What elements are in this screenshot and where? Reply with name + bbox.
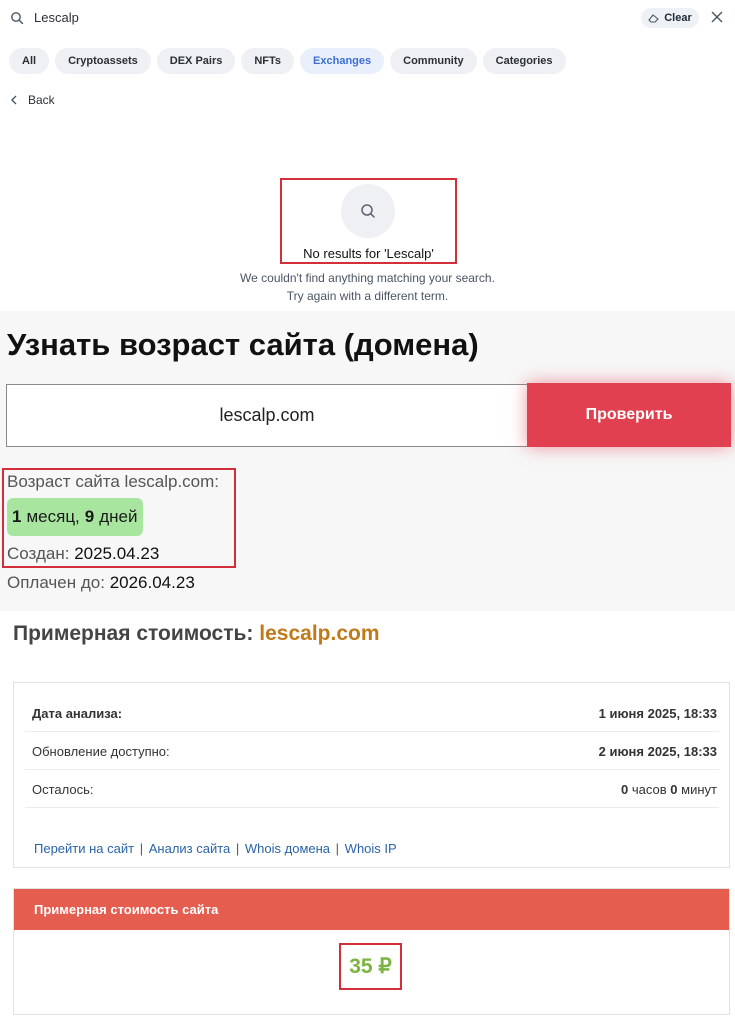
link-separator: | (235, 841, 240, 856)
no-results-title: No results for 'Lescalp' (303, 246, 434, 261)
search-icon (11, 12, 24, 25)
chevron-left-icon (11, 95, 17, 105)
valuation-heading: Примерная стоимость: lescalp.com (13, 622, 380, 646)
tab-community[interactable]: Community (390, 48, 477, 74)
site-links: Перейти на сайт | Анализ сайта | Whois д… (34, 841, 397, 856)
no-results-line1: We couldn't find anything matching your … (240, 271, 495, 285)
valuation-heading-prefix: Примерная стоимость: (13, 622, 254, 645)
created-label: Создан: (7, 544, 70, 563)
age-label: Возраст сайта lescalp.com: (7, 472, 220, 491)
remaining-value: 0 часов 0 минут (621, 782, 717, 797)
tab-nfts[interactable]: NFTs (241, 48, 295, 74)
analysis-info-table: Дата анализа: 1 июня 2025, 18:33 Обновле… (13, 682, 730, 868)
link-site-analysis[interactable]: Анализ сайта (149, 841, 231, 856)
remaining-hours-unit: часов (631, 782, 667, 797)
tab-dex-pairs[interactable]: DEX Pairs (156, 48, 236, 74)
paid-value: 2026.04.23 (109, 573, 195, 592)
link-whois-domain[interactable]: Whois домена (245, 841, 330, 856)
back-label: Back (28, 93, 55, 107)
created-value: 2025.04.23 (74, 544, 160, 563)
search-bar: Lescalp Clear (0, 0, 735, 36)
table-row: Осталось: 0 часов 0 минут (25, 770, 719, 808)
paid-label: Оплачен до: (7, 573, 105, 592)
page-title: Узнать возраст сайта (домена) (7, 327, 479, 362)
remaining-minutes-unit: минут (681, 782, 717, 797)
tab-categories[interactable]: Categories (482, 48, 566, 74)
link-visit-site[interactable]: Перейти на сайт (34, 841, 134, 856)
tab-cryptoassets[interactable]: Cryptoassets (55, 48, 151, 74)
analysis-date-label: Дата анализа: (32, 706, 123, 721)
link-whois-ip[interactable]: Whois IP (345, 841, 397, 856)
tab-exchanges[interactable]: Exchanges (300, 48, 385, 74)
back-link[interactable]: Back (10, 93, 55, 107)
search-input[interactable]: Lescalp (34, 10, 79, 25)
link-separator: | (335, 841, 340, 856)
table-row: Дата анализа: 1 июня 2025, 18:33 (25, 694, 719, 732)
age-months-unit: месяц, (26, 507, 80, 526)
remaining-minutes: 0 (670, 782, 678, 797)
estimate-card: Примерная стоимость сайта 35 ₽ (13, 888, 730, 1015)
check-button[interactable]: Проверить (527, 383, 731, 447)
table-row: Обновление доступно: 2 июня 2025, 18:33 (25, 732, 719, 770)
tab-all[interactable]: All (9, 48, 50, 74)
remaining-label: Осталось: (32, 782, 94, 797)
age-badge: 1 месяц, 9 дней (7, 498, 143, 536)
age-days: 9 (84, 507, 95, 526)
link-separator: | (139, 841, 144, 856)
age-days-unit: дней (99, 507, 138, 526)
update-label: Обновление доступно: (32, 744, 170, 759)
age-months: 1 (12, 507, 22, 526)
close-icon[interactable] (710, 10, 724, 24)
no-results-icon-circle (341, 184, 395, 238)
domain-age-section: Узнать возраст сайта (домена) lescalp.co… (0, 311, 735, 611)
eraser-icon (648, 14, 660, 23)
estimate-header: Примерная стоимость сайта (14, 889, 729, 930)
update-value: 2 июня 2025, 18:33 (598, 744, 717, 759)
clear-button[interactable]: Clear (641, 8, 699, 28)
filter-tabs: All Cryptoassets DEX Pairs NFTs Exchange… (9, 48, 566, 74)
valuation-domain: lescalp.com (259, 622, 380, 645)
domain-input[interactable]: lescalp.com (6, 384, 528, 447)
search-icon (361, 204, 375, 218)
created-date: Создан: 2025.04.23 (7, 544, 159, 564)
clear-label: Clear (664, 12, 692, 24)
no-results-line2: Try again with a different term. (286, 289, 449, 303)
paid-until: Оплачен до: 2026.04.23 (7, 573, 195, 593)
analysis-date-value: 1 июня 2025, 18:33 (598, 706, 717, 721)
estimate-value: 35 ₽ (339, 943, 402, 990)
remaining-hours: 0 (621, 782, 629, 797)
